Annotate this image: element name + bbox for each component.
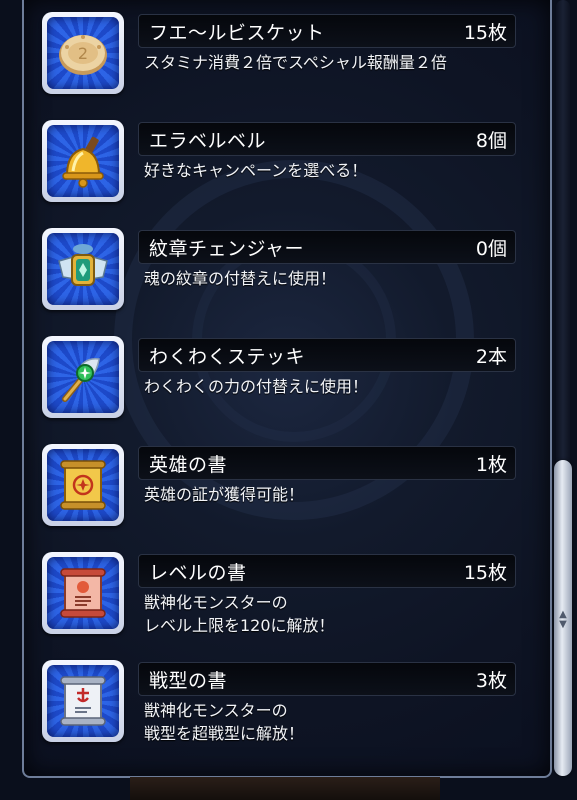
scrollbar-thumb[interactable]: ▲ ▼ [554, 460, 572, 776]
biscuit-icon: 2 [59, 35, 107, 75]
item-description-line: 獣神化モンスターの [144, 593, 288, 612]
item-title-bar: レベルの書 15枚 [138, 554, 516, 588]
list-item-bell[interactable]: エラベルベル 8個 好きなキャンペーンを選べる！ [40, 110, 520, 210]
hero-scroll-icon [60, 460, 106, 510]
item-icon-frame[interactable] [42, 552, 124, 634]
svg-text:2: 2 [78, 44, 88, 63]
item-icon-frame[interactable] [42, 336, 124, 418]
item-name: レベルの書 [149, 562, 247, 584]
list-item-level-scroll[interactable]: レベルの書 15枚 獣神化モンスターの レベル上限を120に解放！ [40, 542, 520, 642]
item-description: わくわくの力の付替えに使用！ [144, 375, 368, 398]
item-description: スタミナ消費２倍でスペシャル報酬量２倍 [144, 51, 447, 74]
item-icon-frame[interactable] [42, 120, 124, 202]
item-description: 魂の紋章の付替えに使用！ [144, 267, 336, 290]
item-count: 0個 [475, 238, 507, 260]
item-count: 2本 [475, 346, 507, 368]
item-description-line: 戦型を超戦型に解放！ [144, 724, 305, 743]
item-count: 15枚 [463, 22, 507, 44]
item-title-bar: わくわくステッキ 2本 [138, 338, 516, 372]
item-description-line: 獣神化モンスターの [144, 701, 288, 720]
emblem-changer-icon [58, 244, 108, 286]
item-title-bar: 戦型の書 3枚 [138, 662, 516, 696]
item-count: 8個 [475, 130, 507, 152]
item-name: フエ～ルビスケット [149, 22, 325, 44]
bell-icon [62, 136, 104, 188]
item-count: 1枚 [475, 454, 507, 476]
item-description: 好きなキャンペーンを選べる！ [144, 159, 367, 182]
item-description: 獣神化モンスターの 戦型を超戦型に解放！ [144, 699, 304, 745]
item-name: エラベルベル [149, 130, 267, 152]
item-title-bar: 英雄の書 1枚 [138, 446, 516, 480]
item-description-line: 好きなキャンペーンを選べる！ [144, 161, 368, 180]
list-item-emblem-changer[interactable]: 紋章チェンジャー 0個 魂の紋章の付替えに使用！ [40, 218, 520, 318]
list-item-wand[interactable]: わくわくステッキ 2本 わくわくの力の付替えに使用！ [40, 326, 520, 426]
item-icon-frame[interactable] [42, 228, 124, 310]
item-description-line: 英雄の証が獲得可能！ [144, 485, 305, 504]
battle-type-scroll-icon [60, 676, 106, 726]
item-list-panel: 2 フエ～ルビスケット 15枚 スタミナ消費２倍でスペシャル報酬量２倍 エラベル… [22, 0, 552, 778]
list-item-hero-scroll[interactable]: 英雄の書 1枚 英雄の証が獲得可能！ [40, 434, 520, 534]
list-item-biscuit[interactable]: 2 フエ～ルビスケット 15枚 スタミナ消費２倍でスペシャル報酬量２倍 [40, 2, 520, 102]
wand-icon [62, 358, 100, 402]
item-description: 獣神化モンスターの レベル上限を120に解放！ [144, 591, 335, 637]
item-icon-frame[interactable] [42, 444, 124, 526]
item-title-bar: フエ～ルビスケット 15枚 [138, 14, 516, 48]
item-title-bar: エラベルベル 8個 [138, 122, 516, 156]
item-description-line: 魂の紋章の付替えに使用！ [144, 269, 337, 288]
item-count: 15枚 [463, 562, 507, 584]
bottom-decoration [130, 777, 440, 800]
item-description-line: わくわくの力の付替えに使用！ [144, 377, 369, 396]
item-icon-frame[interactable]: 2 [42, 12, 124, 94]
item-name: 紋章チェンジャー [149, 238, 305, 260]
list-item-battle-type-scroll[interactable]: 戦型の書 3枚 獣神化モンスターの 戦型を超戦型に解放！ [40, 650, 520, 750]
level-scroll-icon [60, 568, 106, 618]
item-name: わくわくステッキ [149, 346, 306, 368]
item-description: 英雄の証が獲得可能！ [144, 483, 304, 506]
item-name: 戦型の書 [149, 670, 228, 692]
item-description-line: レベル上限を120に解放！ [144, 616, 335, 635]
item-description-line: スタミナ消費２倍でスペシャル報酬量２倍 [144, 53, 447, 72]
item-icon-frame[interactable] [42, 660, 124, 742]
item-title-bar: 紋章チェンジャー 0個 [138, 230, 516, 264]
item-name: 英雄の書 [149, 454, 228, 476]
item-count: 3枚 [475, 670, 507, 692]
scrollbar-grip-icon: ▲ ▼ [559, 609, 567, 630]
